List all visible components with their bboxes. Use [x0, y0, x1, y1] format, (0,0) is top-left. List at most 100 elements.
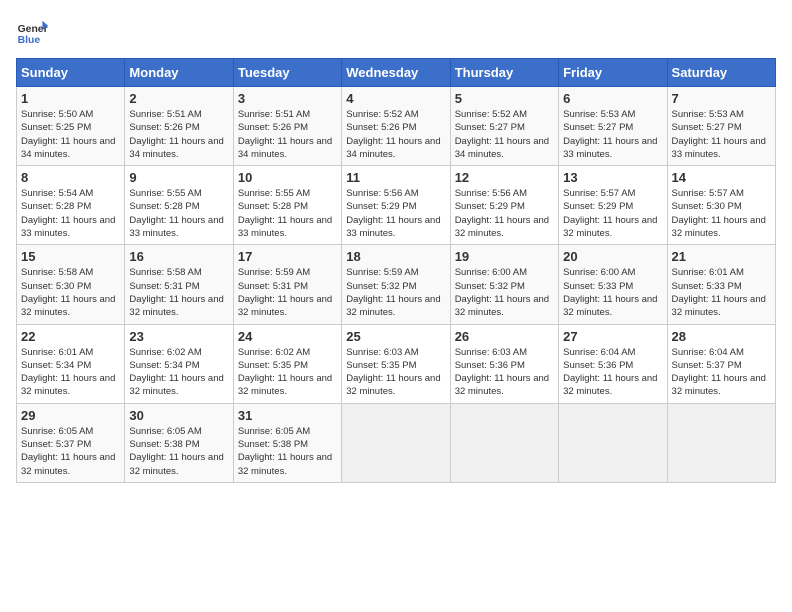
day-number: 18 [346, 249, 445, 264]
day-number: 29 [21, 408, 120, 423]
day-info: Sunrise: 6:00 AMSunset: 5:33 PMDaylight:… [563, 266, 662, 319]
calendar-cell: 1 Sunrise: 5:50 AMSunset: 5:25 PMDayligh… [17, 87, 125, 166]
day-number: 16 [129, 249, 228, 264]
day-number: 28 [672, 329, 771, 344]
day-info: Sunrise: 6:05 AMSunset: 5:38 PMDaylight:… [238, 425, 337, 478]
calendar-cell: 4 Sunrise: 5:52 AMSunset: 5:26 PMDayligh… [342, 87, 450, 166]
calendar-week-row: 8 Sunrise: 5:54 AMSunset: 5:28 PMDayligh… [17, 166, 776, 245]
day-info: Sunrise: 5:52 AMSunset: 5:27 PMDaylight:… [455, 108, 554, 161]
day-info: Sunrise: 5:56 AMSunset: 5:29 PMDaylight:… [455, 187, 554, 240]
calendar-cell: 17 Sunrise: 5:59 AMSunset: 5:31 PMDaylig… [233, 245, 341, 324]
day-number: 3 [238, 91, 337, 106]
calendar-cell: 14 Sunrise: 5:57 AMSunset: 5:30 PMDaylig… [667, 166, 775, 245]
day-number: 30 [129, 408, 228, 423]
calendar-cell: 18 Sunrise: 5:59 AMSunset: 5:32 PMDaylig… [342, 245, 450, 324]
calendar-cell: 15 Sunrise: 5:58 AMSunset: 5:30 PMDaylig… [17, 245, 125, 324]
calendar-cell: 5 Sunrise: 5:52 AMSunset: 5:27 PMDayligh… [450, 87, 558, 166]
day-number: 12 [455, 170, 554, 185]
day-number: 22 [21, 329, 120, 344]
day-number: 7 [672, 91, 771, 106]
weekday-header: Monday [125, 59, 233, 87]
day-number: 6 [563, 91, 662, 106]
day-info: Sunrise: 6:05 AMSunset: 5:37 PMDaylight:… [21, 425, 120, 478]
calendar-cell: 3 Sunrise: 5:51 AMSunset: 5:26 PMDayligh… [233, 87, 341, 166]
calendar-cell: 26 Sunrise: 6:03 AMSunset: 5:36 PMDaylig… [450, 324, 558, 403]
page-header: GeneralBlue [16, 16, 776, 48]
day-number: 13 [563, 170, 662, 185]
day-info: Sunrise: 5:53 AMSunset: 5:27 PMDaylight:… [563, 108, 662, 161]
weekday-header: Sunday [17, 59, 125, 87]
day-info: Sunrise: 5:51 AMSunset: 5:26 PMDaylight:… [129, 108, 228, 161]
logo-icon: GeneralBlue [16, 16, 48, 48]
day-info: Sunrise: 6:04 AMSunset: 5:36 PMDaylight:… [563, 346, 662, 399]
day-number: 11 [346, 170, 445, 185]
calendar-cell [342, 403, 450, 482]
day-info: Sunrise: 6:03 AMSunset: 5:36 PMDaylight:… [455, 346, 554, 399]
day-info: Sunrise: 5:55 AMSunset: 5:28 PMDaylight:… [238, 187, 337, 240]
day-number: 17 [238, 249, 337, 264]
day-number: 24 [238, 329, 337, 344]
calendar-header: SundayMondayTuesdayWednesdayThursdayFrid… [17, 59, 776, 87]
weekday-header: Wednesday [342, 59, 450, 87]
calendar-cell: 19 Sunrise: 6:00 AMSunset: 5:32 PMDaylig… [450, 245, 558, 324]
calendar-cell: 31 Sunrise: 6:05 AMSunset: 5:38 PMDaylig… [233, 403, 341, 482]
calendar-table: SundayMondayTuesdayWednesdayThursdayFrid… [16, 58, 776, 483]
day-info: Sunrise: 5:56 AMSunset: 5:29 PMDaylight:… [346, 187, 445, 240]
weekday-header: Friday [559, 59, 667, 87]
calendar-cell: 11 Sunrise: 5:56 AMSunset: 5:29 PMDaylig… [342, 166, 450, 245]
calendar-cell: 22 Sunrise: 6:01 AMSunset: 5:34 PMDaylig… [17, 324, 125, 403]
calendar-cell: 24 Sunrise: 6:02 AMSunset: 5:35 PMDaylig… [233, 324, 341, 403]
calendar-cell: 7 Sunrise: 5:53 AMSunset: 5:27 PMDayligh… [667, 87, 775, 166]
day-info: Sunrise: 5:57 AMSunset: 5:29 PMDaylight:… [563, 187, 662, 240]
day-number: 14 [672, 170, 771, 185]
day-number: 8 [21, 170, 120, 185]
day-number: 23 [129, 329, 228, 344]
day-number: 15 [21, 249, 120, 264]
day-number: 9 [129, 170, 228, 185]
calendar-cell: 8 Sunrise: 5:54 AMSunset: 5:28 PMDayligh… [17, 166, 125, 245]
calendar-week-row: 15 Sunrise: 5:58 AMSunset: 5:30 PMDaylig… [17, 245, 776, 324]
calendar-cell: 10 Sunrise: 5:55 AMSunset: 5:28 PMDaylig… [233, 166, 341, 245]
calendar-cell: 16 Sunrise: 5:58 AMSunset: 5:31 PMDaylig… [125, 245, 233, 324]
day-number: 27 [563, 329, 662, 344]
calendar-cell: 28 Sunrise: 6:04 AMSunset: 5:37 PMDaylig… [667, 324, 775, 403]
calendar-cell: 23 Sunrise: 6:02 AMSunset: 5:34 PMDaylig… [125, 324, 233, 403]
day-info: Sunrise: 5:55 AMSunset: 5:28 PMDaylight:… [129, 187, 228, 240]
day-info: Sunrise: 6:02 AMSunset: 5:34 PMDaylight:… [129, 346, 228, 399]
day-info: Sunrise: 5:57 AMSunset: 5:30 PMDaylight:… [672, 187, 771, 240]
calendar-cell: 25 Sunrise: 6:03 AMSunset: 5:35 PMDaylig… [342, 324, 450, 403]
day-info: Sunrise: 6:05 AMSunset: 5:38 PMDaylight:… [129, 425, 228, 478]
day-info: Sunrise: 5:59 AMSunset: 5:31 PMDaylight:… [238, 266, 337, 319]
calendar-cell: 20 Sunrise: 6:00 AMSunset: 5:33 PMDaylig… [559, 245, 667, 324]
svg-text:Blue: Blue [18, 35, 41, 46]
day-number: 26 [455, 329, 554, 344]
day-number: 31 [238, 408, 337, 423]
calendar-cell [450, 403, 558, 482]
calendar-cell: 30 Sunrise: 6:05 AMSunset: 5:38 PMDaylig… [125, 403, 233, 482]
calendar-cell [559, 403, 667, 482]
day-info: Sunrise: 5:59 AMSunset: 5:32 PMDaylight:… [346, 266, 445, 319]
calendar-cell: 27 Sunrise: 6:04 AMSunset: 5:36 PMDaylig… [559, 324, 667, 403]
day-info: Sunrise: 6:01 AMSunset: 5:33 PMDaylight:… [672, 266, 771, 319]
day-number: 4 [346, 91, 445, 106]
day-info: Sunrise: 6:04 AMSunset: 5:37 PMDaylight:… [672, 346, 771, 399]
day-info: Sunrise: 5:52 AMSunset: 5:26 PMDaylight:… [346, 108, 445, 161]
day-number: 5 [455, 91, 554, 106]
day-info: Sunrise: 5:54 AMSunset: 5:28 PMDaylight:… [21, 187, 120, 240]
day-info: Sunrise: 5:51 AMSunset: 5:26 PMDaylight:… [238, 108, 337, 161]
calendar-week-row: 1 Sunrise: 5:50 AMSunset: 5:25 PMDayligh… [17, 87, 776, 166]
calendar-cell: 6 Sunrise: 5:53 AMSunset: 5:27 PMDayligh… [559, 87, 667, 166]
day-info: Sunrise: 6:02 AMSunset: 5:35 PMDaylight:… [238, 346, 337, 399]
calendar-week-row: 22 Sunrise: 6:01 AMSunset: 5:34 PMDaylig… [17, 324, 776, 403]
day-info: Sunrise: 5:50 AMSunset: 5:25 PMDaylight:… [21, 108, 120, 161]
logo: GeneralBlue [16, 16, 48, 48]
weekday-header: Saturday [667, 59, 775, 87]
calendar-cell: 21 Sunrise: 6:01 AMSunset: 5:33 PMDaylig… [667, 245, 775, 324]
calendar-cell: 12 Sunrise: 5:56 AMSunset: 5:29 PMDaylig… [450, 166, 558, 245]
day-number: 10 [238, 170, 337, 185]
day-number: 19 [455, 249, 554, 264]
day-number: 1 [21, 91, 120, 106]
day-number: 20 [563, 249, 662, 264]
day-info: Sunrise: 6:00 AMSunset: 5:32 PMDaylight:… [455, 266, 554, 319]
day-info: Sunrise: 6:01 AMSunset: 5:34 PMDaylight:… [21, 346, 120, 399]
